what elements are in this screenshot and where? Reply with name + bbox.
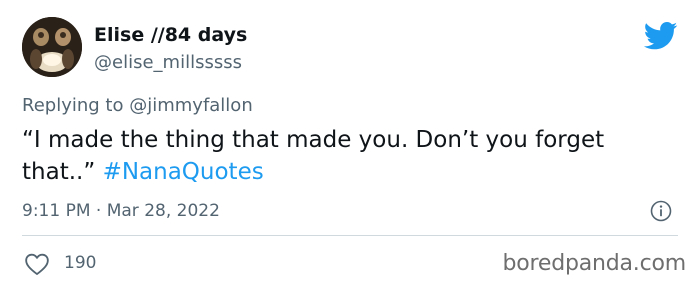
heart-icon-graphic (25, 253, 49, 275)
avatar[interactable] (22, 17, 82, 77)
user-handle[interactable]: @elise_millsssss (94, 51, 242, 75)
twitter-bird-icon-graphic (643, 22, 678, 50)
info-icon[interactable] (650, 200, 672, 222)
twitter-bird-icon[interactable] (643, 22, 678, 50)
info-icon-graphic (650, 200, 672, 222)
like-count: 190 (64, 253, 97, 273)
profile-photo (22, 17, 82, 77)
reply-mention-link[interactable]: @jimmyfallon (129, 95, 253, 116)
divider (22, 235, 678, 236)
hashtag-link[interactable]: #NanaQuotes (103, 159, 264, 185)
tweet-text: “I made the thing that made you. Don’t y… (22, 124, 682, 188)
heart-outline-icon[interactable] (24, 252, 50, 276)
tweet-card: Elise //84 days @elise_millsssss Replyin… (0, 0, 700, 288)
replying-to-label: Replying to (22, 95, 124, 116)
display-name[interactable]: Elise //84 days (94, 22, 247, 48)
watermark: boredpanda.com (502, 251, 686, 276)
tweet-timestamp[interactable]: 9:11 PM · Mar 28, 2022 (22, 199, 220, 223)
replying-to-line: Replying to @jimmyfallon (22, 94, 253, 118)
